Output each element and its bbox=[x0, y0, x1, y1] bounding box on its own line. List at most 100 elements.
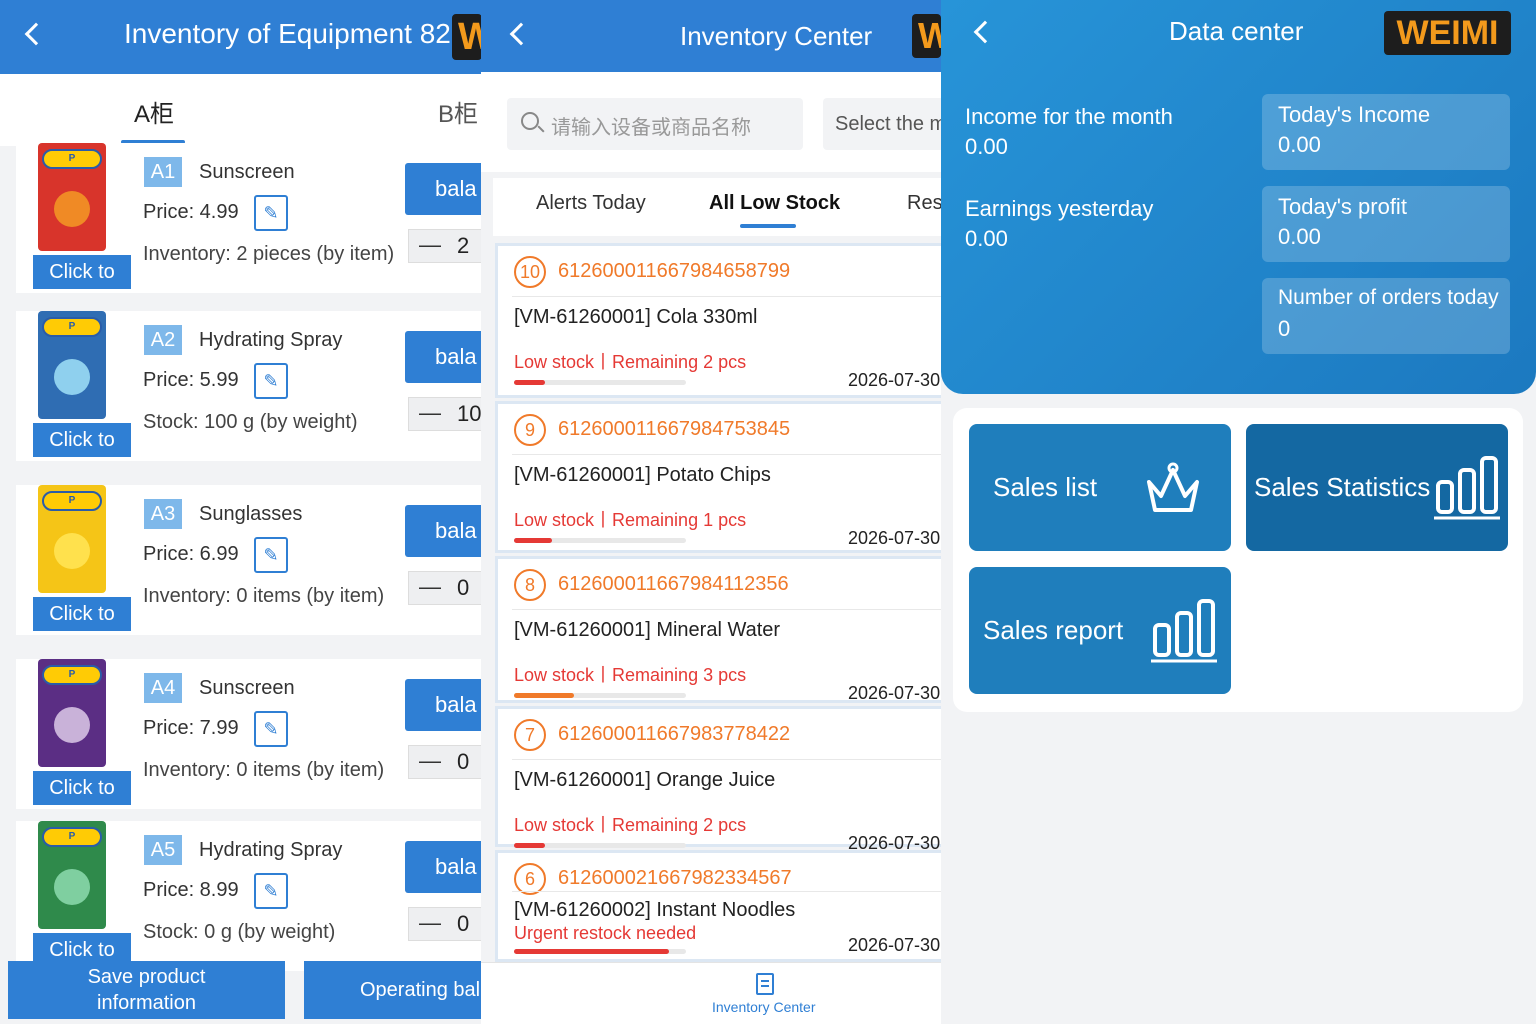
product-character bbox=[54, 869, 90, 905]
stock-level-bar bbox=[514, 693, 686, 698]
alert-product-name: [VM-61260001] Potato Chips bbox=[514, 464, 771, 486]
product-logo: P bbox=[42, 149, 102, 169]
quantity-stepper[interactable]: —0 bbox=[408, 907, 481, 941]
minus-icon[interactable]: — bbox=[419, 574, 441, 600]
tab-restock[interactable]: Res bbox=[907, 192, 941, 215]
edit-price-button[interactable]: ✎ bbox=[254, 537, 288, 573]
brand-logo: WEIMI bbox=[1384, 11, 1511, 55]
alert-number: 8 bbox=[514, 569, 546, 601]
click-to-button[interactable]: Click to bbox=[33, 423, 131, 457]
balance-button[interactable]: bala bbox=[405, 163, 481, 215]
sales-statistics-tile[interactable]: Sales Statistics bbox=[1246, 424, 1508, 551]
product-logo: P bbox=[42, 491, 102, 511]
click-to-button[interactable]: Click to bbox=[33, 255, 131, 289]
product-inventory: Inventory: 2 pieces (by item) bbox=[143, 243, 395, 265]
report-tiles: Sales list Sales Statistics Sales report bbox=[953, 408, 1523, 712]
divider bbox=[512, 891, 941, 892]
tab-all-low-stock[interactable]: All Low Stock bbox=[709, 192, 840, 215]
nav-inventory-center[interactable]: Inventory Center bbox=[712, 999, 816, 1015]
operating-balance-button[interactable]: Operating bala bbox=[304, 961, 481, 1019]
stock-level-bar bbox=[514, 949, 686, 954]
edit-price-button[interactable]: ✎ bbox=[254, 711, 288, 747]
stock-alert-card[interactable]: 6 612600021667982334567 [VM-61260002] Inst… bbox=[495, 850, 941, 962]
alert-date: 2026-07-30 bbox=[848, 370, 941, 390]
search-input[interactable]: 请输入设备或商品名称 bbox=[507, 98, 803, 150]
stock-alert-card[interactable]: 8 612600011667984112356 [VM-61260001] Mine… bbox=[495, 556, 941, 703]
product-image: P bbox=[38, 659, 106, 767]
alert-status: Low stock丨Remaining 2 pcs bbox=[514, 815, 747, 835]
earnings-yesterday-value: 0.00 bbox=[965, 226, 1008, 251]
product-card: P Click to A2 Hydrating Spray Price: 5.99 ✎ St… bbox=[16, 311, 481, 461]
minus-icon[interactable]: — bbox=[419, 400, 441, 426]
orders-today-label: Number of orders today bbox=[1278, 286, 1499, 309]
product-inventory: Stock: 100 g (by weight) bbox=[143, 411, 358, 433]
product-name: Sunglasses bbox=[199, 503, 303, 525]
product-image: P bbox=[38, 485, 106, 593]
inventory-center-header: Inventory Center W bbox=[481, 0, 941, 72]
tab-alerts-today[interactable]: Alerts Today bbox=[536, 192, 646, 215]
divider bbox=[512, 454, 941, 455]
quantity-value: 2 bbox=[457, 233, 470, 258]
product-price: Price: 7.99 bbox=[143, 717, 239, 739]
back-icon[interactable] bbox=[509, 22, 533, 46]
product-price: Price: 6.99 bbox=[143, 543, 239, 565]
minus-icon[interactable]: — bbox=[419, 748, 441, 774]
quantity-stepper[interactable]: — 100 bbox=[408, 397, 481, 431]
today-profit-card: Today's profit 0.00 bbox=[1262, 186, 1510, 262]
stock-alert-card[interactable]: 9 612600011667984753845 [VM-61260001] Pota… bbox=[495, 401, 941, 553]
equipment-header: Inventory of Equipment 821 W bbox=[0, 0, 481, 74]
back-icon[interactable] bbox=[24, 22, 48, 46]
stock-alert-card[interactable]: 7 612600011667983778422 [VM-61260001] Oran… bbox=[495, 706, 941, 853]
device-select[interactable]: Select the m bbox=[823, 98, 941, 150]
click-to-button[interactable]: Click to bbox=[33, 771, 131, 805]
back-icon[interactable] bbox=[973, 20, 997, 44]
bottom-nav: Inventory Center bbox=[481, 962, 941, 1024]
product-logo: P bbox=[42, 665, 102, 685]
sales-report-tile[interactable]: Sales report bbox=[969, 567, 1231, 694]
alert-code: 61260001166798465879​9 bbox=[558, 260, 791, 282]
earnings-yesterday-label: Earnings yesterday bbox=[965, 196, 1154, 221]
alert-date: 2026-07-30 bbox=[848, 935, 941, 955]
alert-status: Urgent restock needed bbox=[514, 923, 697, 943]
tab-cabinet-b[interactable]: B柜 bbox=[438, 94, 478, 129]
quantity-stepper[interactable]: —0 bbox=[408, 571, 481, 605]
product-inventory: Inventory: 0 items (by item) bbox=[143, 759, 385, 781]
balance-button[interactable]: bala bbox=[405, 505, 481, 557]
slot-badge: A2 bbox=[144, 325, 182, 355]
orders-today-value: 0 bbox=[1278, 316, 1291, 341]
edit-price-button[interactable]: ✎ bbox=[254, 195, 288, 231]
product-name: Sunscreen bbox=[199, 161, 295, 183]
data-center-panel: Data center WEIMI Income for the month 0… bbox=[941, 0, 1536, 1024]
product-character bbox=[54, 533, 90, 569]
data-center-header: Data center WEIMI Income for the month 0… bbox=[941, 0, 1536, 394]
edit-icon: ✎ bbox=[263, 545, 279, 565]
balance-button[interactable]: bala bbox=[405, 841, 481, 893]
balance-button[interactable]: bala bbox=[405, 331, 481, 383]
click-to-button[interactable]: Click to bbox=[33, 597, 131, 631]
quantity-stepper[interactable]: —2 bbox=[408, 229, 481, 263]
alert-code: 612600021667982334567 bbox=[558, 867, 792, 889]
stock-level-fill bbox=[514, 538, 552, 543]
tab-cabinet-a[interactable]: A柜 bbox=[134, 94, 174, 129]
minus-icon[interactable]: — bbox=[419, 232, 441, 258]
income-month-label: Income for the month bbox=[965, 104, 1173, 129]
document-icon[interactable] bbox=[756, 973, 774, 995]
alert-code: 612600011667983778422 bbox=[558, 723, 791, 745]
minus-icon[interactable]: — bbox=[419, 910, 441, 936]
sales-statistics-label: Sales Statistics bbox=[1254, 472, 1431, 502]
edit-price-button[interactable]: ✎ bbox=[254, 873, 288, 909]
quantity-stepper[interactable]: —0 bbox=[408, 745, 481, 779]
balance-button[interactable]: bala bbox=[405, 679, 481, 731]
divider bbox=[512, 759, 941, 760]
divider bbox=[512, 296, 941, 297]
stock-level-fill bbox=[514, 693, 575, 698]
sales-list-tile[interactable]: Sales list bbox=[969, 424, 1231, 551]
stock-level-bar bbox=[514, 843, 686, 848]
stock-level-bar bbox=[514, 538, 686, 543]
save-product-button[interactable]: Save product information bbox=[8, 961, 285, 1019]
edit-price-button[interactable]: ✎ bbox=[254, 363, 288, 399]
stock-alert-card[interactable]: 10 61260001166798465879​9 [VM-61260001] Co… bbox=[495, 243, 941, 398]
sales-list-label: Sales list bbox=[993, 472, 1098, 502]
today-profit-value: 0.00 bbox=[1278, 224, 1321, 249]
product-price: Price: 8.99 bbox=[143, 879, 239, 901]
